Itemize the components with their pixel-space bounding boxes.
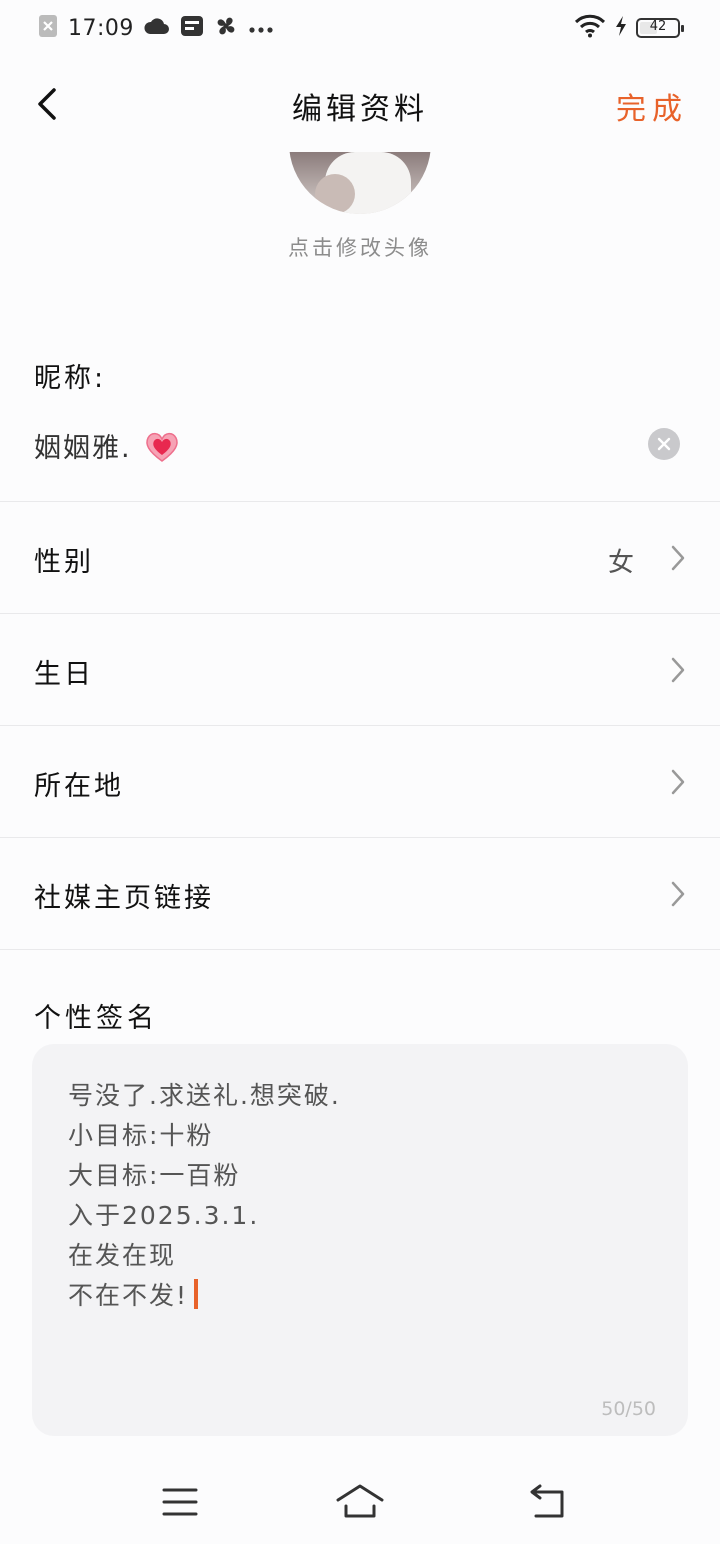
- menu-icon: [162, 1488, 198, 1516]
- fan-icon: [214, 14, 238, 42]
- menu-button[interactable]: [150, 1482, 210, 1522]
- row-gender-label: 性别: [34, 547, 94, 578]
- status-time: 17:09: [68, 15, 134, 41]
- cloud-icon: [144, 16, 170, 40]
- row-social-link[interactable]: 社媒主页链接: [0, 838, 720, 948]
- back-nav-button[interactable]: [518, 1482, 578, 1522]
- charging-bolt-icon: [614, 15, 628, 41]
- home-icon: [336, 1484, 384, 1518]
- chevron-right-icon: [671, 545, 685, 571]
- change-avatar-hint[interactable]: 点击修改头像: [0, 232, 720, 262]
- close-box-icon: [38, 14, 58, 42]
- status-bar-right: 42: [574, 14, 684, 42]
- done-button[interactable]: 完成: [616, 84, 688, 128]
- signature-label: 个性签名: [34, 1003, 158, 1034]
- nickname-label: 昵称:: [34, 363, 107, 394]
- nickname-value-wrap: 姻姻雅.: [34, 426, 180, 470]
- home-button[interactable]: [330, 1482, 390, 1522]
- chevron-right-icon: [671, 881, 685, 907]
- row-birthday[interactable]: 生日: [0, 614, 720, 724]
- status-bar-left: 17:09: [38, 14, 274, 42]
- system-nav-bar: [0, 1460, 720, 1544]
- sim-card-icon: [180, 15, 204, 41]
- header: 编辑资料 完成: [0, 60, 720, 152]
- signature-text: 号没了.求送礼.想突破. 小目标:十粉 大目标:一百粉 入于2025.3.1. …: [68, 1081, 341, 1310]
- more-dots-icon: [248, 19, 274, 38]
- status-bar: 17:09 42: [0, 0, 720, 58]
- sparkling-heart-icon: [144, 429, 180, 470]
- signature-char-count: 50/50: [601, 1398, 656, 1420]
- signature-textarea[interactable]: 号没了.求送礼.想突破. 小目标:十粉 大目标:一百粉 入于2025.3.1. …: [32, 1044, 688, 1436]
- divider: [0, 949, 720, 950]
- row-birthday-label: 生日: [34, 659, 94, 690]
- nickname-input[interactable]: 姻姻雅.: [34, 420, 686, 472]
- row-gender-value: 女: [607, 548, 634, 578]
- text-cursor: [194, 1279, 199, 1309]
- row-location[interactable]: 所在地: [0, 726, 720, 836]
- row-social-link-label: 社媒主页链接: [34, 883, 214, 914]
- battery-percent: 42: [649, 19, 667, 34]
- row-location-label: 所在地: [34, 771, 124, 802]
- back-arrow-icon: [530, 1484, 564, 1518]
- battery-icon: 42: [636, 18, 684, 38]
- clear-circle-icon: [657, 437, 671, 451]
- chevron-right-icon: [671, 657, 685, 683]
- nickname-value: 姻姻雅.: [34, 433, 132, 464]
- row-gender[interactable]: 性别 女: [0, 502, 720, 612]
- page-title: 编辑资料: [292, 92, 428, 127]
- chevron-right-icon: [671, 769, 685, 795]
- signature-text-wrap: 号没了.求送礼.想突破. 小目标:十粉 大目标:一百粉 入于2025.3.1. …: [68, 1076, 341, 1316]
- avatar-arm: [315, 174, 355, 214]
- clear-nickname-button[interactable]: [648, 428, 680, 460]
- wifi-icon: [574, 14, 606, 42]
